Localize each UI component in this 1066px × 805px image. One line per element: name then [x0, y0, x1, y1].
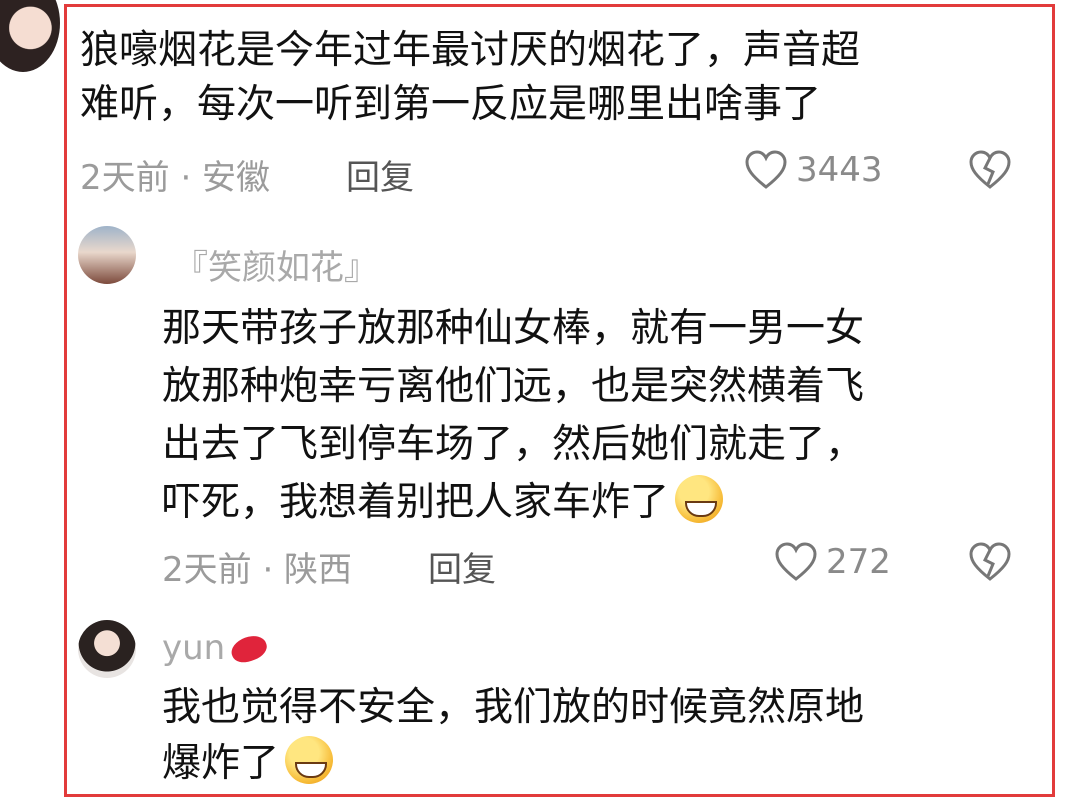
comment-1-line-1: 狼嚎烟花是今年过年最讨厌的烟花了，声音超: [80, 28, 861, 73]
comment-3-line-2: 爆炸了: [162, 741, 280, 786]
comment-3-line-2-wrap: 爆炸了: [162, 736, 864, 792]
comment-1-dislike-button[interactable]: [968, 150, 1012, 190]
comment-2-reply-button[interactable]: 回复: [428, 542, 496, 591]
comment-1-line-2: 难听，每次一听到第一反应是哪里出啥事了: [80, 82, 822, 127]
comment-1-meta: 2天前 · 安徽: [80, 158, 271, 198]
lips-emoji: [228, 631, 271, 667]
avatar-commenter-1[interactable]: [0, 0, 60, 72]
avatar-commenter-3[interactable]: [78, 620, 136, 678]
comment-3-text: 我也觉得不安全，我们放的时候竟然原地 爆炸了: [162, 680, 864, 792]
comment-3-line-1: 我也觉得不安全，我们放的时候竟然原地: [162, 685, 865, 730]
comment-2-like-button[interactable]: 272: [774, 542, 891, 582]
comment-2-meta: 2天前 · 陕西: [162, 550, 353, 590]
comment-2-line-4: 吓死，我想着别把人家车炸了: [162, 480, 670, 525]
comment-1-like-button[interactable]: 3443: [744, 150, 883, 190]
comment-2-line-3: 出去了飞到停车场了，然后她们就走了，: [162, 422, 865, 467]
comment-2-dislike-button[interactable]: [968, 542, 1012, 582]
comment-2-username[interactable]: 『笑颜如花』: [174, 240, 378, 289]
comment-3-username-wrap[interactable]: yun: [162, 628, 271, 668]
broken-heart-icon: [969, 150, 1011, 189]
laugh-tears-emoji: [285, 736, 334, 784]
comment-2-like-count: 272: [826, 542, 891, 582]
comment-2-text: 那天带孩子放那种仙女棒，就有一男一女 放那种炮幸亏离他们远，也是突然横着飞 出去…: [162, 300, 864, 532]
comment-1-text: 狼嚎烟花是今年过年最讨厌的烟花了，声音超 难听，每次一听到第一反应是哪里出啥事了: [80, 24, 860, 132]
heart-outline-icon: [775, 542, 817, 581]
grin-sweat-emoji: [675, 475, 724, 523]
comment-1-reply-button[interactable]: 回复: [346, 150, 414, 199]
comment-2-line-1: 那天带孩子放那种仙女棒，就有一男一女: [162, 306, 865, 351]
comment-2-line-2: 放那种炮幸亏离他们远，也是突然横着飞: [162, 364, 865, 409]
avatar-commenter-2[interactable]: [78, 226, 136, 284]
comment-1-like-count: 3443: [796, 150, 883, 190]
heart-outline-icon: [745, 150, 787, 189]
comment-3-username: yun: [162, 628, 226, 668]
broken-heart-icon: [969, 542, 1011, 581]
comment-2-line-4-wrap: 吓死，我想着别把人家车炸了: [162, 474, 864, 532]
